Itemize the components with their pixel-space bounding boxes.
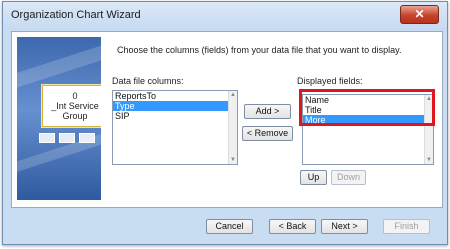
scroll-down-icon[interactable]: ▼ bbox=[229, 156, 237, 164]
org-child-box bbox=[79, 133, 95, 143]
decorative-streak bbox=[17, 38, 101, 90]
down-button[interactable]: Down bbox=[331, 170, 366, 185]
scroll-down-icon[interactable]: ▼ bbox=[425, 156, 433, 164]
scroll-up-icon[interactable]: ▲ bbox=[229, 91, 237, 99]
data-file-columns-label: Data file columns: bbox=[112, 76, 184, 86]
wizard-window: Organization Chart Wizard ✕ 0 _Int Servi… bbox=[2, 1, 448, 245]
cancel-button[interactable]: Cancel bbox=[206, 219, 253, 234]
org-child-box bbox=[59, 133, 75, 143]
close-icon: ✕ bbox=[414, 7, 425, 21]
org-chart-preview-box: 0 _Int Service Group bbox=[42, 85, 101, 127]
org-box-line: 0 bbox=[72, 91, 78, 101]
wizard-content: 0 _Int Service Group Choose the columns … bbox=[11, 31, 443, 208]
wizard-side-graphic: 0 _Int Service Group bbox=[17, 37, 101, 200]
instruction-text: Choose the columns (fields) from your da… bbox=[117, 45, 402, 55]
window-title: Organization Chart Wizard bbox=[11, 9, 141, 21]
remove-button[interactable]: < Remove bbox=[242, 126, 293, 141]
up-button[interactable]: Up bbox=[300, 170, 327, 185]
add-button[interactable]: Add > bbox=[244, 104, 291, 119]
list-item[interactable]: Type bbox=[113, 101, 237, 111]
displayed-fields-label: Displayed fields: bbox=[297, 76, 363, 86]
back-button[interactable]: < Back bbox=[269, 219, 316, 234]
list-item[interactable]: ReportsTo bbox=[113, 91, 237, 101]
list-item[interactable]: SIP bbox=[113, 111, 237, 121]
title-bar[interactable]: Organization Chart Wizard ✕ bbox=[3, 2, 447, 30]
data-file-columns-list[interactable]: ReportsTo Type SIP ▲ ▼ bbox=[112, 90, 238, 165]
finish-button[interactable]: Finish bbox=[383, 219, 430, 234]
org-box-line: Group bbox=[62, 111, 88, 121]
next-button[interactable]: Next > bbox=[321, 219, 368, 234]
org-child-box bbox=[39, 133, 55, 143]
org-box-line: _Int Service bbox=[51, 101, 99, 111]
highlight-annotation bbox=[299, 89, 435, 126]
scrollbar[interactable]: ▲ ▼ bbox=[228, 91, 237, 164]
close-button[interactable]: ✕ bbox=[400, 5, 439, 24]
